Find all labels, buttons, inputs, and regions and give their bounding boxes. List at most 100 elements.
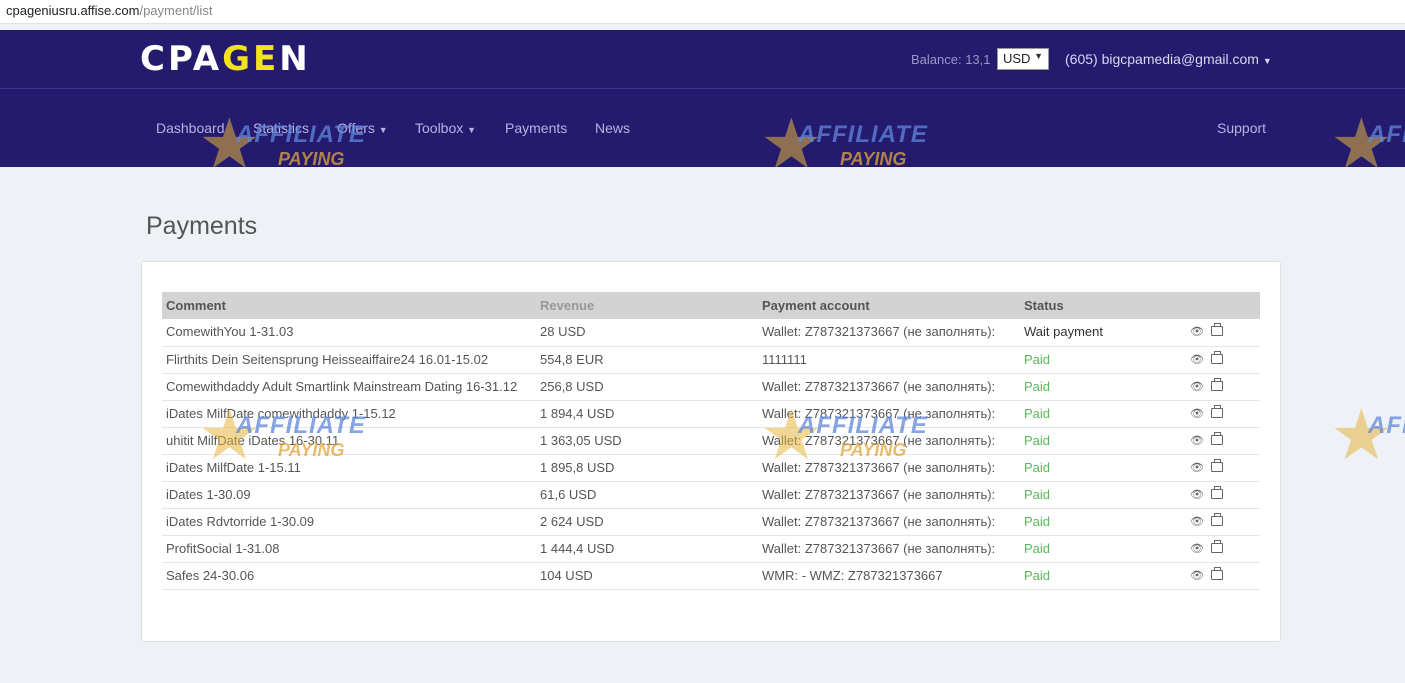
col-status[interactable]: Status	[1020, 292, 1186, 319]
payments-table: Comment Revenue Payment account Status C…	[162, 292, 1260, 590]
revenue-cell: 554,8 EUR	[536, 346, 758, 374]
table-header-row: Comment Revenue Payment account Status	[162, 292, 1260, 319]
comment-cell: Safes 24-30.06	[162, 562, 536, 590]
col-comment[interactable]: Comment	[162, 292, 536, 319]
payment-account-cell: Wallet: Z787321373667 (не заполнять):	[758, 427, 1020, 455]
payment-account-cell: Wallet: Z787321373667 (не заполнять):	[758, 508, 1020, 536]
revenue-cell: 1 363,05 USD	[536, 427, 758, 455]
eye-icon[interactable]: 👁	[1190, 567, 1204, 585]
nav-statistics[interactable]: Statistics	[253, 120, 309, 136]
status-cell: Paid	[1020, 400, 1186, 428]
printer-icon[interactable]	[1210, 377, 1223, 391]
actions-cell: 👁	[1186, 562, 1260, 590]
nav-dashboard[interactable]: Dashboard	[156, 120, 225, 136]
comment-cell: Comewithdaddy Adult Smartlink Mainstream…	[162, 373, 536, 401]
account-menu[interactable]: (605) bigcpamedia@gmail.com ▼	[1065, 51, 1272, 67]
nav-toolbox[interactable]: Toolbox ▼	[415, 120, 476, 136]
status-cell: Paid	[1020, 454, 1186, 482]
payment-account-cell: Wallet: Z787321373667 (не заполнять):	[758, 481, 1020, 509]
status-cell: Paid	[1020, 562, 1186, 590]
col-revenue[interactable]: Revenue	[536, 292, 758, 319]
payment-account-cell: Wallet: Z787321373667 (не заполнять):	[758, 319, 1020, 347]
nav-toolbox-label: Toolbox	[415, 120, 464, 136]
revenue-cell: 2 624 USD	[536, 508, 758, 536]
comment-cell: iDates MilfDate 1-15.11	[162, 454, 536, 482]
comment-cell: uhitit MilfDate iDates 16-30.11	[162, 427, 536, 455]
payment-account-cell: 1111111	[758, 346, 1020, 374]
caret-down-icon: ▼	[467, 125, 477, 135]
table-row: iDates Rdvtorride 1-30.09 2 624 USD Wallet…	[162, 508, 1260, 536]
table-row: iDates 1-30.09 61,6 USD Wallet: Z787321373…	[162, 481, 1260, 509]
balance-label: Balance: 13,1	[911, 52, 991, 67]
printer-icon[interactable]	[1210, 485, 1223, 499]
printer-icon[interactable]	[1210, 431, 1223, 445]
actions-cell: 👁	[1186, 454, 1260, 482]
printer-icon[interactable]	[1210, 539, 1223, 553]
account-label: (605) bigcpamedia@gmail.com	[1065, 51, 1259, 67]
printer-icon[interactable]	[1210, 404, 1223, 418]
status-cell: Paid	[1020, 481, 1186, 509]
revenue-cell: 104 USD	[536, 562, 758, 590]
eye-icon[interactable]: 👁	[1190, 459, 1204, 477]
status-cell: Paid	[1020, 346, 1186, 374]
table-row: ProfitSocial 1-31.08 1 444,4 USD Wallet: Z…	[162, 535, 1260, 563]
url-path: /payment/list	[139, 3, 213, 18]
table-row: ComewithYou 1-31.03 28 USD Wallet: Z787321…	[162, 319, 1260, 347]
status-cell: Paid	[1020, 427, 1186, 455]
payment-account-cell: Wallet: Z787321373667 (не заполнять):	[758, 454, 1020, 482]
table-row: Safes 24-30.06 104 USD WMR: - WMZ: Z787321…	[162, 562, 1260, 590]
nav-offers[interactable]: Offers ▼	[337, 120, 388, 136]
col-payment-account[interactable]: Payment account	[758, 292, 1020, 319]
eye-icon[interactable]: 👁	[1190, 540, 1204, 558]
actions-cell: 👁	[1186, 373, 1260, 401]
payment-account-cell: WMR: - WMZ: Z787321373667	[758, 562, 1020, 590]
nav-support[interactable]: Support	[1217, 120, 1266, 136]
revenue-cell: 28 USD	[536, 319, 758, 347]
revenue-cell: 1 444,4 USD	[536, 535, 758, 563]
star-icon: ★	[1330, 400, 1393, 472]
printer-icon[interactable]	[1210, 512, 1223, 526]
url-host: cpageniusru.affise.com	[6, 3, 140, 18]
actions-cell: 👁	[1186, 535, 1260, 563]
nav-offers-label: Offers	[337, 120, 375, 136]
revenue-cell: 256,8 USD	[536, 373, 758, 401]
eye-icon[interactable]: 👁	[1190, 378, 1204, 396]
actions-cell: 👁	[1186, 508, 1260, 536]
eye-icon[interactable]: 👁	[1190, 405, 1204, 423]
actions-cell: 👁	[1186, 427, 1260, 455]
chevron-down-icon: ▼	[1034, 51, 1043, 61]
revenue-cell: 1 895,8 USD	[536, 454, 758, 482]
comment-cell: iDates MilfDate comewithdaddy 1-15.12	[162, 400, 536, 428]
col-actions	[1186, 292, 1260, 319]
caret-down-icon: ▼	[378, 125, 388, 135]
printer-icon[interactable]	[1210, 458, 1223, 472]
comment-cell: ComewithYou 1-31.03	[162, 319, 536, 347]
eye-icon[interactable]: 👁	[1190, 323, 1204, 341]
page-title: Payments	[146, 212, 258, 240]
actions-cell: 👁	[1186, 481, 1260, 509]
comment-cell: iDates 1-30.09	[162, 481, 536, 509]
address-bar[interactable]: cpageniusru.affise.com/payment/list	[0, 0, 1405, 24]
payment-account-cell: Wallet: Z787321373667 (не заполнять):	[758, 400, 1020, 428]
eye-icon[interactable]: 👁	[1190, 486, 1204, 504]
status-cell: Paid	[1020, 508, 1186, 536]
currency-select[interactable]: USD ▼	[997, 48, 1049, 70]
printer-icon[interactable]	[1210, 350, 1223, 364]
cpagen-logo[interactable]: CPAGEN	[140, 39, 311, 79]
status-cell: Paid	[1020, 535, 1186, 563]
nav-payments[interactable]: Payments	[505, 120, 567, 136]
eye-icon[interactable]: 👁	[1190, 432, 1204, 450]
comment-cell: Flirthits Dein Seitensprung Heisseaiffai…	[162, 346, 536, 374]
top-header: CPAGEN Balance: 13,1 USD ▼ (605) bigcpam…	[0, 30, 1405, 89]
main-nav: Dashboard Statistics Offers ▼ Toolbox ▼ …	[0, 89, 1405, 167]
status-cell: Wait payment	[1020, 319, 1186, 347]
nav-news[interactable]: News	[595, 120, 630, 136]
table-row: Flirthits Dein Seitensprung Heisseaiffai…	[162, 346, 1260, 374]
eye-icon[interactable]: 👁	[1190, 513, 1204, 531]
eye-icon[interactable]: 👁	[1190, 351, 1204, 369]
printer-icon[interactable]	[1210, 323, 1223, 336]
actions-cell: 👁	[1186, 319, 1260, 347]
actions-cell: 👁	[1186, 346, 1260, 374]
payment-account-cell: Wallet: Z787321373667 (не заполнять):	[758, 535, 1020, 563]
printer-icon[interactable]	[1210, 566, 1223, 580]
